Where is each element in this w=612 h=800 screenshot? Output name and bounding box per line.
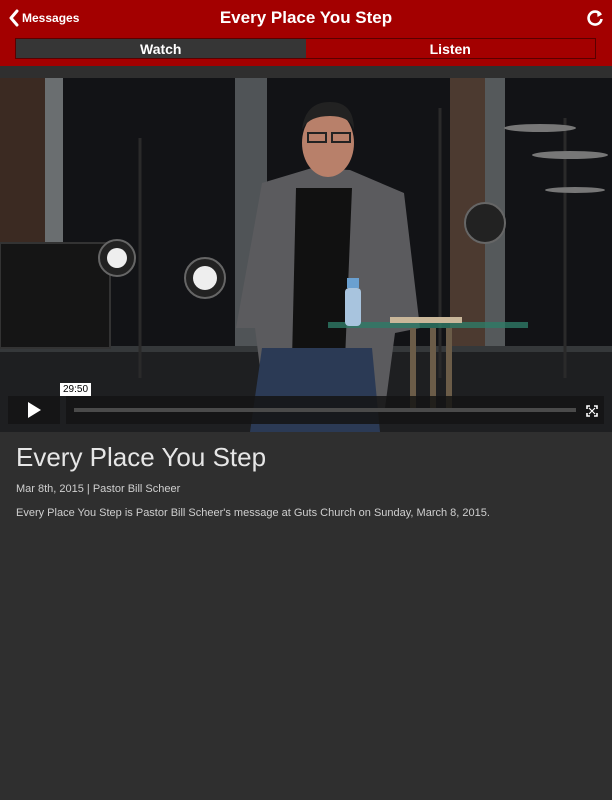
duration-label: 29:50	[60, 383, 92, 396]
video-frame	[0, 78, 612, 432]
player-controls: 29:50	[0, 383, 612, 424]
video-player[interactable]: 29:50	[0, 78, 612, 432]
message-description: Every Place You Step is Pastor Bill Sche…	[16, 507, 490, 519]
tab-watch[interactable]: Watch	[16, 39, 306, 58]
fullscreen-button[interactable]	[586, 404, 598, 417]
nav-bar: Messages Every Place You Step Watch List…	[0, 0, 612, 66]
refresh-button[interactable]	[586, 9, 604, 27]
refresh-icon	[587, 10, 603, 26]
seek-bar[interactable]	[74, 408, 576, 412]
timeline-bar	[66, 396, 604, 424]
back-button[interactable]: Messages	[8, 8, 79, 28]
fullscreen-icon	[586, 405, 598, 417]
back-button-label: Messages	[22, 11, 80, 25]
watch-listen-toggle: Watch Listen	[15, 38, 596, 59]
message-title: Every Place You Step	[16, 442, 267, 472]
play-button[interactable]	[8, 396, 60, 424]
play-icon	[28, 402, 41, 418]
tab-listen[interactable]: Listen	[306, 39, 596, 58]
chevron-left-icon	[9, 9, 19, 27]
page-title: Every Place You Step	[219, 8, 393, 27]
message-meta: Mar 8th, 2015 | Pastor Bill Scheer	[16, 483, 181, 495]
